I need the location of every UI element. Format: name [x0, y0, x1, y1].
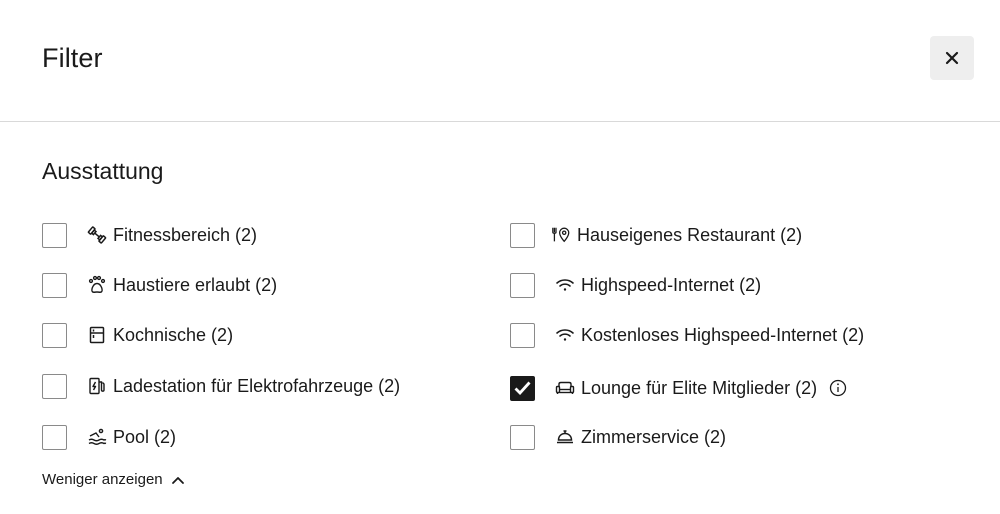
ev-charging-icon — [87, 376, 107, 396]
option-label: Lounge für Elite Mitglieder (2) — [581, 377, 818, 398]
option-highspeed-internet[interactable]: Highspeed-Internet (2) — [510, 271, 761, 299]
checkmark-icon — [514, 381, 531, 395]
checkbox[interactable] — [42, 222, 67, 248]
paw-icon — [87, 275, 107, 295]
option-label: Fitnessbereich (2) — [113, 224, 258, 245]
pool-icon — [87, 427, 107, 447]
option-pool[interactable]: Pool (2) — [42, 423, 176, 451]
option-ladestation[interactable]: Ladestation für Elektrofahrzeuge (2) — [42, 372, 400, 400]
kitchenette-icon — [87, 325, 107, 345]
section-title-ausstattung: Ausstattung — [42, 158, 164, 184]
filter-dialog: Filter Ausstattung Fitnessbereich (2) Ha… — [0, 0, 1000, 514]
option-label: Haustiere erlaubt (2) — [113, 274, 278, 295]
checkbox[interactable] — [42, 373, 67, 399]
checkbox[interactable] — [510, 222, 535, 248]
show-less-link[interactable]: Weniger anzeigen — [42, 471, 185, 488]
dumbbell-icon — [87, 225, 107, 245]
option-label: Highspeed-Internet (2) — [581, 274, 762, 295]
chevron-up-icon — [171, 473, 185, 487]
checkbox[interactable] — [42, 322, 67, 348]
checkbox[interactable] — [510, 424, 535, 450]
dialog-header: Filter — [0, 0, 1000, 122]
option-haustiere-erlaubt[interactable]: Haustiere erlaubt (2) — [42, 271, 277, 299]
wifi-icon — [555, 275, 575, 295]
lounge-sofa-icon — [555, 378, 575, 398]
option-label: Pool (2) — [113, 426, 177, 447]
option-label: Zimmerservice (2) — [581, 426, 727, 447]
checkbox[interactable] — [510, 272, 535, 298]
option-lounge-elite-mitglieder[interactable]: Lounge für Elite Mitglieder (2) — [510, 374, 847, 402]
checkbox[interactable] — [42, 272, 67, 298]
close-button[interactable] — [930, 36, 974, 80]
option-hauseigenes-restaurant[interactable]: Hauseigenes Restaurant (2) — [510, 221, 802, 249]
wifi-icon — [555, 325, 575, 345]
dialog-title: Filter — [42, 43, 103, 73]
option-label: Hauseigenes Restaurant (2) — [577, 224, 803, 245]
room-service-bell-icon — [555, 427, 575, 447]
option-label: Ladestation für Elektrofahrzeuge (2) — [113, 375, 401, 396]
checkbox[interactable] — [510, 322, 535, 348]
option-zimmerservice[interactable]: Zimmerservice (2) — [510, 423, 726, 451]
option-fitnessbereich[interactable]: Fitnessbereich (2) — [42, 221, 257, 249]
option-label: Kochnische (2) — [113, 324, 234, 345]
restaurant-icon — [551, 225, 571, 245]
checkbox-checked[interactable] — [510, 375, 535, 401]
option-kochnische[interactable]: Kochnische (2) — [42, 321, 233, 349]
info-icon[interactable] — [829, 379, 847, 397]
option-label: Kostenloses Highspeed-Internet (2) — [581, 324, 865, 345]
option-kostenloses-highspeed-internet[interactable]: Kostenloses Highspeed-Internet (2) — [510, 321, 864, 349]
checkbox[interactable] — [42, 424, 67, 450]
show-less-label: Weniger anzeigen — [42, 471, 163, 488]
close-icon — [945, 51, 959, 65]
